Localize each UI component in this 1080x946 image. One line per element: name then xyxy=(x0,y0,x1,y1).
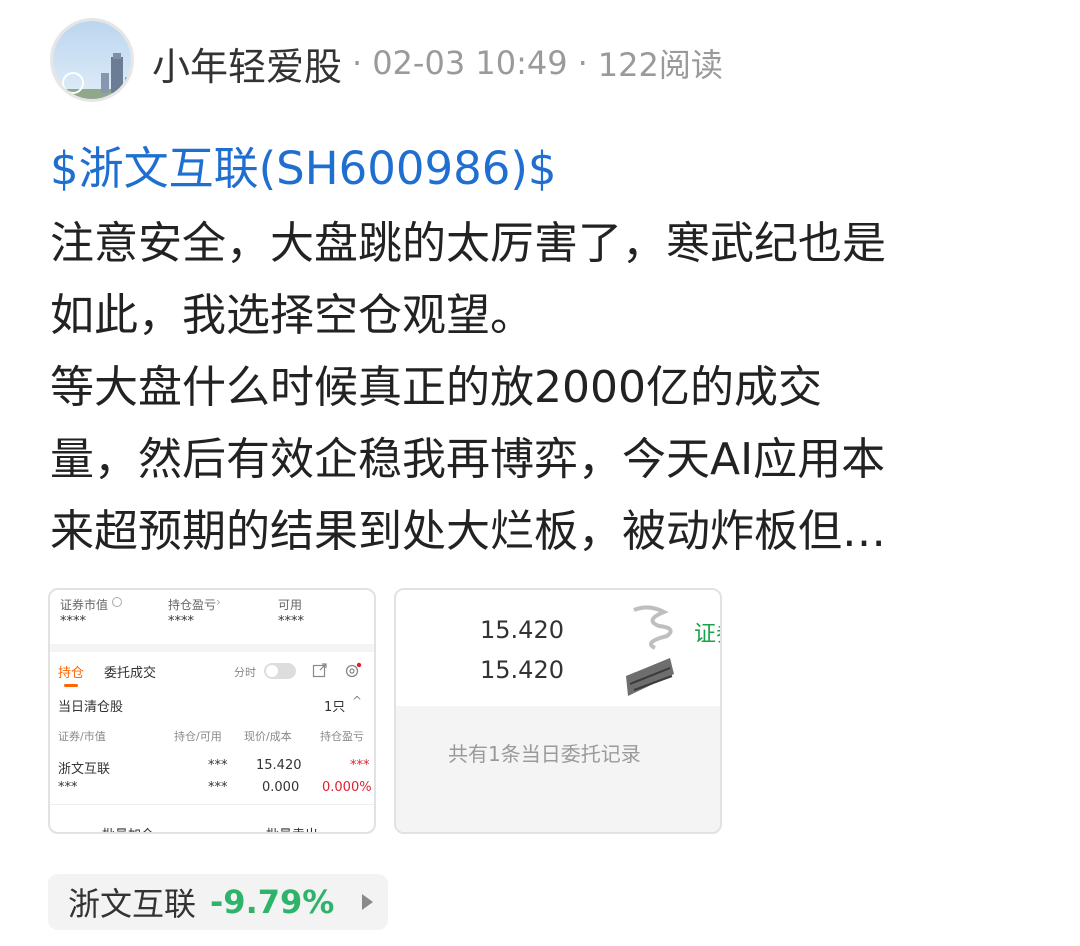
summary-label-available: 可用 xyxy=(278,598,303,612)
table-cell-stock-name[interactable]: 浙文互联 xyxy=(58,758,110,777)
summary-label-pnl: 持仓盈亏 xyxy=(168,598,217,612)
post-line: 等大盘什么时候真正的放2000亿的成交 xyxy=(50,362,822,413)
chip-stock-name: 浙文互联 xyxy=(68,885,197,923)
order-price: 15.420 xyxy=(480,616,564,644)
read-count: 122阅读 xyxy=(597,46,723,84)
batch-sell-button[interactable]: 批量卖出 xyxy=(266,824,318,832)
table-cell-cost: 0.000 xyxy=(262,780,300,795)
tab-orders[interactable]: 委托成交 xyxy=(104,662,156,681)
col-header-price: 现价/成本 xyxy=(244,730,292,743)
table-cell-holdings: *** xyxy=(208,758,228,773)
info-icon xyxy=(112,597,122,607)
orders-footer xyxy=(396,706,720,832)
post-body[interactable]: 注意安全，大盘跳的太厉害了，寒武纪也是 如此，我选择空仓观望。 等大盘什么时候真… xyxy=(50,208,1040,568)
toggle-label: 分时 xyxy=(234,666,256,679)
summary-value-market-value: **** xyxy=(60,614,86,629)
share-icon[interactable] xyxy=(312,662,328,678)
col-header-security: 证券/市值 xyxy=(58,730,106,743)
meta-separator: · xyxy=(352,44,363,82)
post-time: 02-03 10:49 xyxy=(372,44,568,82)
settings-icon[interactable] xyxy=(344,662,362,680)
post-line: 如此，我选择空仓观望。 xyxy=(50,290,534,341)
post-image-positions[interactable]: 证券市值 持仓盈亏 › 可用 **** **** **** 持仓 委托成交 分时… xyxy=(48,588,376,834)
section-divider xyxy=(50,644,374,652)
cleared-stocks-count[interactable]: 1只 xyxy=(324,696,345,715)
cleared-stocks-label: 当日清仓股 xyxy=(58,700,124,715)
table-cell-market-value: *** xyxy=(58,780,78,795)
table-cell-available: *** xyxy=(208,780,228,795)
col-header-pnl: 持仓盈亏 xyxy=(320,730,364,743)
divider xyxy=(50,804,374,805)
post-line: 注意安全，大盘跳的太厉害了，寒武纪也是 xyxy=(50,218,886,269)
meta-separator: · xyxy=(577,44,588,82)
table-cell-pnl: *** xyxy=(350,758,370,773)
col-header-holdings: 持仓/可用 xyxy=(174,730,222,743)
stock-link[interactable]: $浙文互联(SH600986)$ xyxy=(50,138,557,200)
tab-holdings[interactable]: 持仓 xyxy=(58,662,84,681)
batch-buy-button[interactable]: 批量加仓 xyxy=(102,824,154,832)
stock-chip[interactable]: 浙文互联 -9.79% xyxy=(48,874,388,930)
avatar-image xyxy=(53,21,131,99)
post-line: 来超预期的结果到处大烂板，被动炸板但… xyxy=(50,506,886,557)
play-arrow-icon xyxy=(362,894,374,910)
post-image-orders[interactable]: 15.420 15.420 证券 共有1条当日委托记录 xyxy=(394,588,722,834)
summary-value-available: **** xyxy=(278,614,304,629)
orders-count-text: 共有1条当日委托记录 xyxy=(448,742,641,766)
table-cell-pnl-pct: 0.000% xyxy=(322,780,372,795)
post-meta-row: 小年轻爱股 · 02-03 10:49 · 122阅读 xyxy=(152,36,723,91)
summary-value-pnl: **** xyxy=(168,614,194,629)
chevron-right-icon: › xyxy=(216,595,221,609)
author-name[interactable]: 小年轻爱股 xyxy=(152,36,342,91)
table-cell-price: 15.420 xyxy=(256,758,302,773)
timeshare-toggle[interactable] xyxy=(264,663,296,679)
tab-underline xyxy=(64,684,78,687)
summary-label-market-value: 证券市值 xyxy=(60,598,109,612)
author-avatar[interactable] xyxy=(50,18,134,102)
order-fill-price: 15.420 xyxy=(480,656,564,684)
chevron-up-icon[interactable]: ^ xyxy=(352,694,362,708)
chip-change-percent: -9.79% xyxy=(210,883,335,921)
post-line: 量，然后有效企稳我再博弈，今天AI应用本 xyxy=(50,434,886,485)
cropped-label: 证券 xyxy=(694,622,720,644)
